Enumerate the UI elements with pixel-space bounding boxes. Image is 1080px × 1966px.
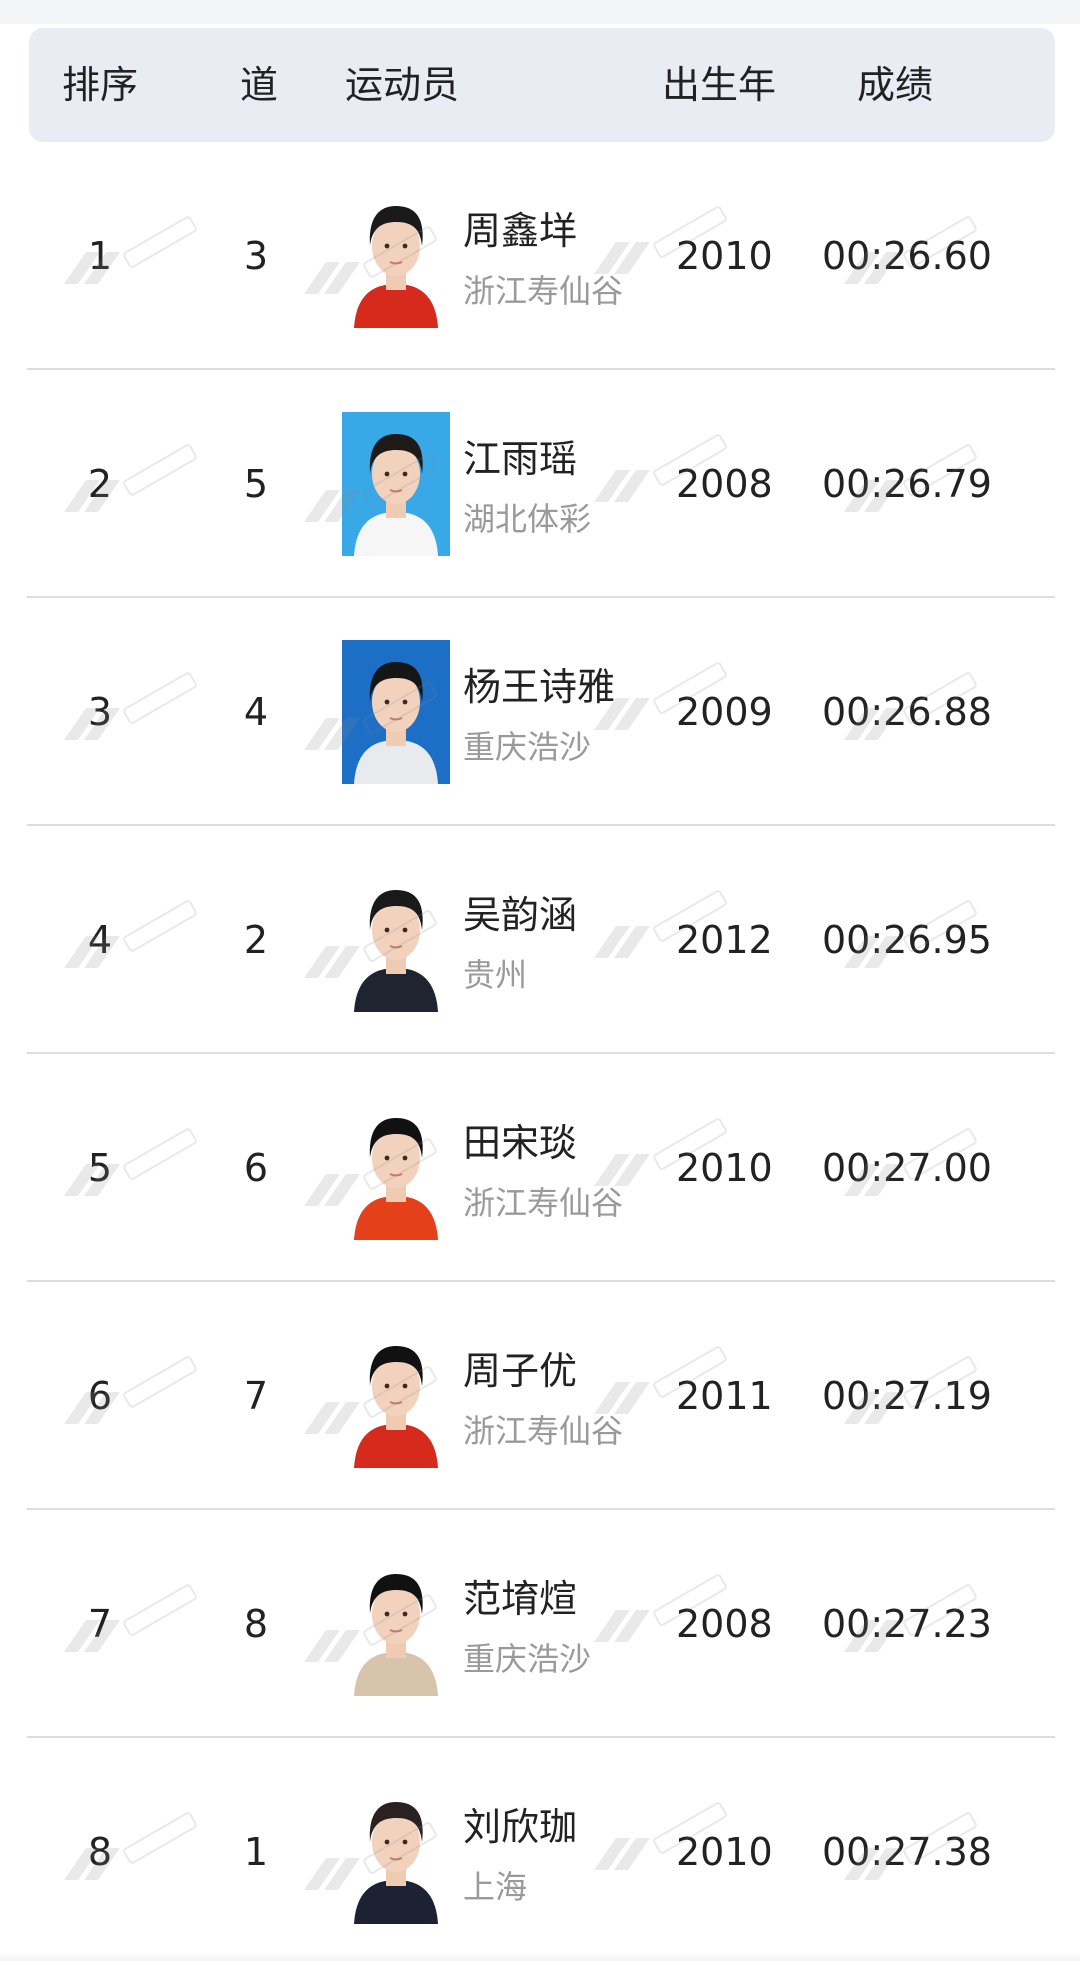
- bottom-edge: [0, 1953, 1080, 1961]
- athlete-photo: [342, 184, 450, 328]
- watermark-logo: [60, 1352, 210, 1436]
- rank-value: 3: [87, 690, 113, 734]
- athlete-name: 江雨瑶: [463, 437, 578, 481]
- watermark-logo: [60, 668, 210, 752]
- athlete-team: 浙江寿仙谷: [463, 272, 624, 310]
- athlete-portrait-icon: [342, 1324, 450, 1468]
- athlete-name: 吴韵涵: [463, 893, 578, 937]
- lane-value: 8: [243, 1602, 269, 1646]
- athlete-team: 重庆浩沙: [463, 728, 592, 766]
- watermark-logo: [60, 1124, 210, 1208]
- athlete-name: 杨王诗雅: [463, 665, 616, 709]
- lane-value: 1: [243, 1830, 269, 1874]
- table-row[interactable]: 6 7 周子优浙江寿仙谷 2011 00:27.19: [0, 1282, 1080, 1510]
- athlete-photo: [342, 1324, 450, 1468]
- result-cell: 00:26.88: [822, 690, 992, 734]
- watermark-logo-icon: [64, 1128, 197, 1196]
- athlete-photo: [342, 1096, 450, 1240]
- birth-year-cell: 2008: [676, 1602, 773, 1646]
- result-cell: 00:26.60: [822, 234, 992, 278]
- watermark-logo-icon: [64, 1356, 197, 1424]
- result-cell: 00:26.95: [822, 918, 992, 962]
- birth-year-cell: 2011: [676, 1374, 773, 1418]
- watermark-logo-icon: [64, 444, 197, 512]
- watermark-logo: [60, 440, 210, 524]
- table-header: 排序 道 运动员 出生年 成绩: [29, 28, 1055, 142]
- rank-value: 2: [87, 462, 113, 506]
- athlete-portrait-icon: [342, 868, 450, 1012]
- result-cell: 00:27.23: [822, 1602, 992, 1646]
- athlete-name: 田宋琰: [463, 1121, 578, 1165]
- lane-value: 6: [243, 1146, 269, 1190]
- watermark-logo: [60, 1808, 210, 1892]
- lane-value: 4: [243, 690, 269, 734]
- watermark-logo: [60, 1580, 210, 1664]
- rank-value: 6: [87, 1374, 113, 1418]
- table-row[interactable]: 5 6 田宋琰浙江寿仙谷 2010 00:27.00: [0, 1054, 1080, 1282]
- rank-value: 8: [87, 1830, 113, 1874]
- athlete-name: 周子优: [463, 1349, 578, 1393]
- lane-value: 2: [243, 918, 269, 962]
- athlete-photo: [342, 1780, 450, 1924]
- rank-value: 1: [87, 234, 113, 278]
- table-row[interactable]: 4 2 吴韵涵贵州 2012 00:26.95: [0, 826, 1080, 1054]
- birth-year-cell: 2010: [676, 234, 773, 278]
- athlete-portrait-icon: [342, 1096, 450, 1240]
- athlete-portrait-icon: [342, 1780, 450, 1924]
- athlete-photo: [342, 868, 450, 1012]
- result-cell: 00:27.00: [822, 1146, 992, 1190]
- table-row[interactable]: 1 3 周鑫垟浙江寿仙谷 2010 00:26.60: [0, 142, 1080, 370]
- athlete-photo: [342, 1552, 450, 1696]
- athlete-name: 范堉煊: [463, 1577, 578, 1621]
- athlete-photo: [342, 412, 450, 556]
- athlete-portrait-icon: [342, 1552, 450, 1696]
- athlete-team: 浙江寿仙谷: [463, 1184, 624, 1222]
- athlete-name: 刘欣珈: [463, 1805, 578, 1849]
- athlete-team: 浙江寿仙谷: [463, 1412, 624, 1450]
- result-cell: 00:26.79: [822, 462, 992, 506]
- rank-value: 5: [87, 1146, 113, 1190]
- header-rank: 排序: [62, 63, 139, 107]
- lane-value: 5: [243, 462, 269, 506]
- watermark-logo-icon: [64, 1812, 197, 1880]
- header-birth-year: 出生年: [662, 63, 777, 107]
- result-cell: 00:27.38: [822, 1830, 992, 1874]
- watermark-logo: [60, 896, 210, 980]
- lane-value: 7: [243, 1374, 269, 1418]
- table-row[interactable]: 7 8 范堉煊重庆浩沙 2008 00:27.23: [0, 1510, 1080, 1738]
- watermark-logo-icon: [64, 1584, 197, 1652]
- watermark-logo-icon: [64, 216, 197, 284]
- birth-year-cell: 2009: [676, 690, 773, 734]
- header-athlete: 运动员: [345, 63, 460, 107]
- athlete-portrait-icon: [342, 184, 450, 328]
- watermark-logo-icon: [64, 900, 197, 968]
- athlete-team: 上海: [463, 1868, 528, 1906]
- athlete-portrait-icon: [342, 640, 450, 784]
- athlete-team: 贵州: [463, 956, 528, 994]
- table-row[interactable]: 8 1 刘欣珈上海 2010 00:27.38: [0, 1738, 1080, 1966]
- birth-year-cell: 2012: [676, 918, 773, 962]
- athlete-portrait-icon: [342, 412, 450, 556]
- table-row[interactable]: 2 5 江雨瑶湖北体彩 2008 00:26.79: [0, 370, 1080, 598]
- watermark-logo: [60, 212, 210, 296]
- watermark-logo-icon: [64, 672, 197, 740]
- header-result: 成绩: [857, 63, 934, 107]
- top-strip: [0, 0, 1080, 24]
- birth-year-cell: 2010: [676, 1830, 773, 1874]
- header-lane: 道: [240, 63, 279, 107]
- lane-value: 3: [243, 234, 269, 278]
- table-row[interactable]: 3 4 杨王诗雅重庆浩沙 2009 00:26.88: [0, 598, 1080, 826]
- rank-value: 7: [87, 1602, 113, 1646]
- athlete-photo: [342, 640, 450, 784]
- athlete-name: 周鑫垟: [463, 209, 578, 253]
- athlete-team: 重庆浩沙: [463, 1640, 592, 1678]
- rank-value: 4: [87, 918, 113, 962]
- result-cell: 00:27.19: [822, 1374, 992, 1418]
- athlete-team: 湖北体彩: [463, 500, 592, 538]
- birth-year-cell: 2010: [676, 1146, 773, 1190]
- birth-year-cell: 2008: [676, 462, 773, 506]
